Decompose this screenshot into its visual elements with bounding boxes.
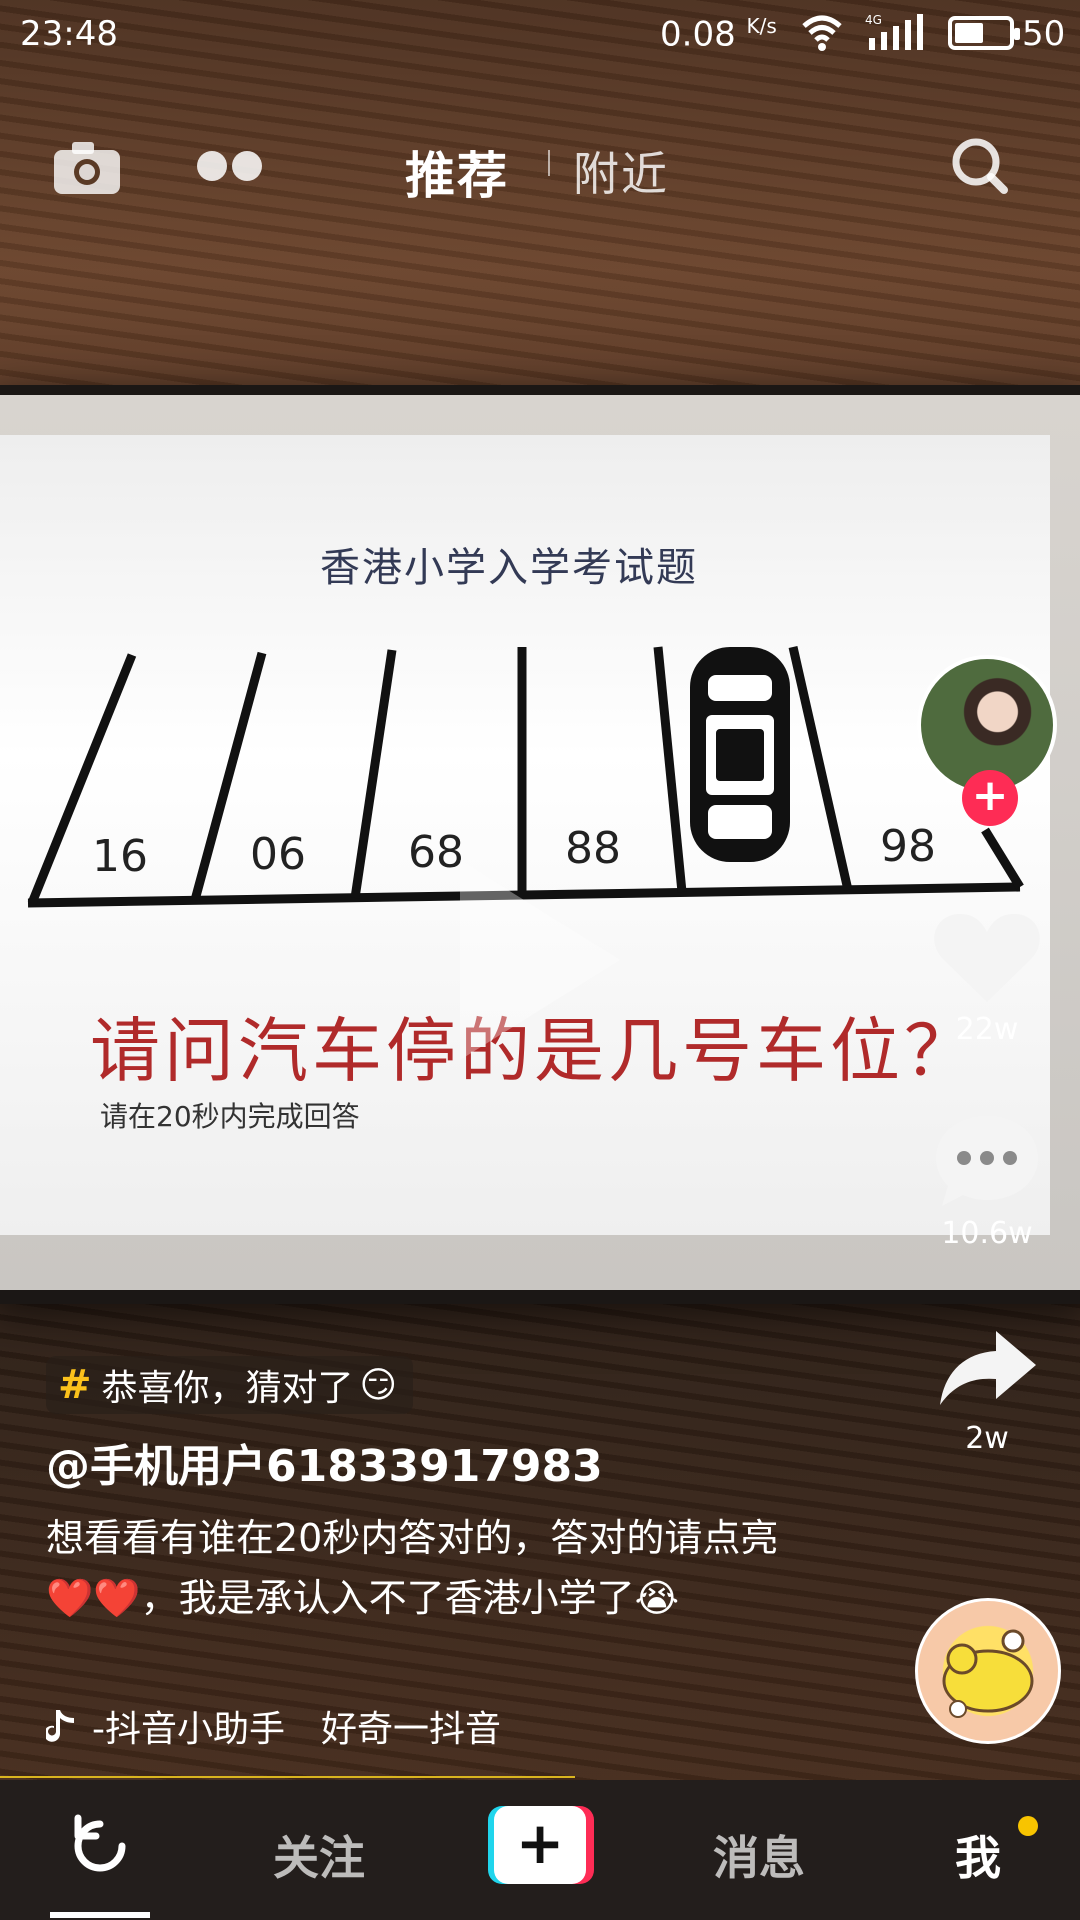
puzzle-subtext: 请在20秒内完成回答: [100, 1100, 360, 1133]
puzzle-screen: 香港小学入学考试题 16 06 68 88 98 请问汽车停的是几号车位？ 请在…: [0, 435, 1050, 1235]
hashtag-chip[interactable]: # 恭喜你，猜对了 😏: [46, 1356, 414, 1414]
slot-number: 16: [92, 831, 148, 882]
tab-nearby[interactable]: 附近: [573, 138, 669, 204]
camera-icon[interactable]: [52, 140, 122, 196]
hashtag-text: 恭喜你，猜对了: [101, 1368, 354, 1409]
comment-button[interactable]: 10.6w: [917, 1110, 1057, 1251]
wifi-icon: [802, 15, 842, 51]
video-description: 想看看有谁在20秒内答对的，答对的请点亮❤️❤️，我是承认入不了香港小学了😭: [46, 1516, 779, 1620]
share-icon: [940, 1331, 1036, 1405]
author-avatar[interactable]: +: [917, 655, 1057, 826]
status-time: 23:48: [20, 14, 118, 54]
bottom-nav: 关注 + 消息 我: [0, 1780, 1080, 1920]
tab-messages[interactable]: 消息: [713, 1822, 805, 1888]
cat-sticker-icon: [942, 1629, 1034, 1718]
comment-count: 10.6w: [941, 1216, 1033, 1251]
tab-me[interactable]: 我: [955, 1822, 1001, 1888]
net-speed: 0.08 K/s: [660, 14, 777, 55]
signal-icon: 4G: [865, 13, 923, 50]
music-disc[interactable]: [915, 1598, 1061, 1744]
svg-text:4G: 4G: [865, 13, 882, 27]
like-button[interactable]: 22w: [917, 910, 1057, 1047]
search-icon[interactable]: [948, 134, 1012, 198]
home-tab-indicator: [50, 1912, 150, 1918]
music-info[interactable]: -抖音小助手 好奇一抖音: [46, 1700, 501, 1752]
battery-icon: [948, 16, 1020, 50]
video-progress: [0, 1776, 575, 1778]
follow-plus-button[interactable]: +: [962, 770, 1018, 826]
slot-number: 06: [250, 829, 306, 880]
notification-dot: [1018, 1816, 1038, 1836]
puzzle-title: 香港小学入学考试题: [320, 545, 698, 591]
hashtag-emoji: 😏: [359, 1364, 398, 1406]
share-button[interactable]: 2w: [917, 1325, 1057, 1456]
hashtag-icon: #: [58, 1362, 92, 1408]
music-note-icon: [46, 1710, 74, 1742]
heart-icon: [934, 914, 1040, 1002]
music-title: -抖音小助手 好奇一抖音: [92, 1709, 501, 1750]
top-nav: 推荐 附近: [0, 120, 1080, 210]
tab-recommend[interactable]: 推荐: [405, 136, 509, 208]
status-bar: 23:48 0.08 K/s 4G 50: [0, 0, 1080, 70]
tab-follow[interactable]: 关注: [273, 1822, 365, 1888]
live-dots-icon[interactable]: [195, 148, 265, 184]
battery-level: 50: [1022, 14, 1066, 54]
comment-icon: [936, 1116, 1038, 1206]
tab-divider: [548, 150, 550, 176]
author-username[interactable]: @手机用户61833917983: [46, 1430, 603, 1494]
add-video-button[interactable]: +: [488, 1806, 594, 1884]
car-icon: [690, 647, 790, 862]
play-icon[interactable]: [460, 860, 620, 1060]
slot-number: 98: [880, 821, 936, 872]
share-count: 2w: [965, 1421, 1009, 1456]
refresh-home-icon[interactable]: [62, 1808, 138, 1884]
slot-number: 68: [408, 827, 464, 878]
like-count: 22w: [955, 1012, 1019, 1047]
plus-icon: +: [494, 1806, 586, 1884]
